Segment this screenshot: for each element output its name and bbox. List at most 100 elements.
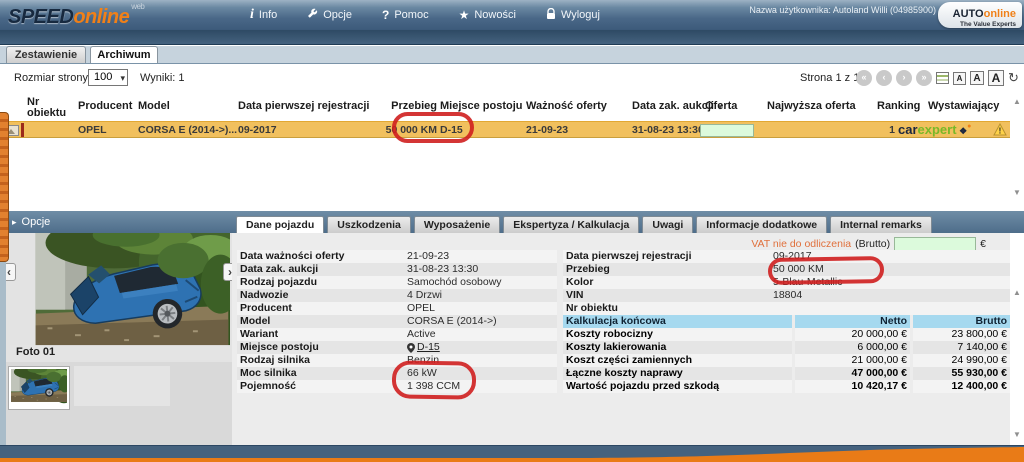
col-header-waznosc-oferty[interactable]: Ważność oferty <box>526 100 607 112</box>
font-medium-button[interactable]: A <box>970 71 984 85</box>
photo-caption: Foto 01 <box>10 345 230 360</box>
kv-row: Kolor5-Blau-Metallic <box>563 276 1010 289</box>
col-header-data-rejestracji[interactable]: Data pierwszej rejestracji <box>238 100 369 112</box>
scroll-up-icon[interactable]: ▲ <box>1013 97 1021 106</box>
menu-pomoc[interactable]: ? Pomoc <box>382 8 429 22</box>
footer-wave <box>0 445 1024 462</box>
calc-header-row: Kalkulacja końcowaNettoBrutto <box>563 315 1010 328</box>
vat-input[interactable] <box>894 237 976 251</box>
footer-bar: a Solera company <box>0 445 1024 462</box>
logo-online: online <box>73 6 129 28</box>
menu-nowosci[interactable]: ★ Nowości <box>459 8 516 22</box>
info-icon: i <box>250 7 254 23</box>
detail-scroll-down-icon[interactable]: ▼ <box>1013 430 1021 439</box>
menu-info[interactable]: i Info <box>250 7 277 23</box>
col-header-przebieg[interactable]: Przebieg <box>390 100 437 112</box>
tab-dane-pojazdu[interactable]: Dane pojazdu <box>236 216 324 233</box>
vehicle-photo[interactable] <box>34 233 230 346</box>
export-icon[interactable] <box>936 72 949 84</box>
tab-archiwum[interactable]: Archiwum <box>90 46 158 63</box>
font-small-button[interactable]: A <box>953 72 966 85</box>
cell-producent: OPEL <box>78 124 107 136</box>
kv-row: Nadwozie4 Drzwi <box>237 289 557 302</box>
left-edge-strip <box>0 262 6 445</box>
detail-scroll-up-icon[interactable]: ▲ <box>1013 288 1021 297</box>
top-bar: SPEEDonlineweb i Info Opcje ? Pomoc ★ No… <box>0 0 1024 30</box>
col-header-najwyzsza-oferta[interactable]: Najwyższa oferta <box>767 100 856 112</box>
menu-wyloguj-label: Wyloguj <box>561 9 600 21</box>
row-marker <box>21 123 24 137</box>
col-header-model[interactable]: Model <box>138 100 170 112</box>
auction-row[interactable]: OPEL CORSA E (2014->)... 09-2017 50 000 … <box>0 121 1010 138</box>
kv-row: Przebieg50 000 KM <box>563 263 1010 276</box>
star-icon: ★ <box>459 8 470 22</box>
first-page-button[interactable]: « <box>856 70 872 86</box>
thumbnail-strip <box>6 362 232 445</box>
col-header-producent[interactable]: Producent <box>78 100 132 112</box>
tab-uszkodzenia[interactable]: Uszkodzenia <box>327 216 411 233</box>
vehicle-data-right: Data pierwszej rejestracji09-2017 Przebi… <box>563 250 1010 393</box>
question-icon: ? <box>382 8 389 22</box>
warning-icon[interactable]: ! <box>993 123 1007 136</box>
brand-auto: AUTO <box>953 8 984 20</box>
cell-data-zak-aukcji: 31-08-23 13:30 <box>632 124 704 136</box>
kv-row: Nr obiektu <box>563 302 1010 315</box>
col-header-wystawiajacy[interactable]: Wystawiający <box>928 100 999 112</box>
top-menu: i Info Opcje ? Pomoc ★ Nowości Wyloguj <box>250 0 600 30</box>
header-divider-bar <box>0 30 1024 45</box>
col-header-nr-obiektu[interactable]: Nr obiektu <box>27 97 77 119</box>
prev-page-button[interactable]: ‹ <box>876 70 892 86</box>
kv-row: VIN18804 <box>563 289 1010 302</box>
brand-online: online <box>984 8 1016 20</box>
kv-row: Pojemność1 398 CCM <box>237 380 557 393</box>
tab-ekspertyza-kalkulacja[interactable]: Ekspertyza / Kalkulacja <box>503 216 639 233</box>
menu-opcje[interactable]: Opcje <box>307 8 352 22</box>
refresh-icon[interactable]: ↻ <box>1008 70 1019 86</box>
speedonline-app: SPEEDonlineweb i Info Opcje ? Pomoc ★ No… <box>0 0 1024 462</box>
chevron-down-icon: ▾ <box>120 71 125 86</box>
cell-model: CORSA E (2014->)... <box>138 124 237 136</box>
kv-row: Data pierwszej rejestracji09-2017 <box>563 250 1010 263</box>
font-large-button[interactable]: A <box>988 70 1004 86</box>
options-bar-label: Opcje <box>22 216 51 228</box>
kv-row: Data zak. aukcji31-08-23 13:30 <box>237 263 557 276</box>
location-pin-icon <box>407 343 415 353</box>
tab-wyposazenie[interactable]: Wyposażenie <box>414 216 500 233</box>
page-info: Strona 1 z 1 <box>800 72 859 84</box>
brand-tagline: The Value Experts <box>938 21 1016 28</box>
expand-right-icon: ▸ <box>12 217 17 227</box>
kv-row: WariantActive <box>237 328 557 341</box>
tab-zestawienie[interactable]: Zestawienie <box>6 46 86 63</box>
scroll-down-icon[interactable]: ▼ <box>1013 188 1021 197</box>
cell-data-rejestracji: 09-2017 <box>238 124 277 136</box>
calc-row-value-before-damage: Wartość pojazdu przed szkodą10 420,17 €1… <box>563 380 1010 393</box>
menu-nowosci-label: Nowości <box>474 9 516 21</box>
pagination: « ‹ › » A A A ↻ <box>856 70 1019 86</box>
menu-wyloguj[interactable]: Wyloguj <box>546 8 600 23</box>
parking-location-link[interactable]: D-15 <box>407 341 440 354</box>
tab-informacje-dodatkowe[interactable]: Informacje dodatkowe <box>696 216 827 233</box>
logo-speed: SPEED <box>8 6 73 28</box>
detail-tabstrip: Dane pojazdu Uszkodzenia Wyposażenie Eks… <box>236 216 932 233</box>
photo-thumbnail[interactable] <box>8 366 70 410</box>
kv-row: Data ważności oferty21-09-23 <box>237 250 557 263</box>
col-header-oferta[interactable]: Oferta <box>705 100 737 112</box>
next-page-button[interactable]: › <box>896 70 912 86</box>
oferta-input[interactable] <box>700 124 754 137</box>
lock-icon <box>546 8 556 23</box>
cell-ranking: 1 <box>855 124 895 136</box>
kv-row: Miejsce postojuD-15 <box>237 341 557 354</box>
side-handle[interactable] <box>0 112 9 262</box>
username-text: Nazwa użytkownika: Autoland Willi (04985… <box>749 5 936 15</box>
vat-row: VAT nie do odliczenia (Brutto) € <box>751 237 986 251</box>
speedonline-logo: SPEEDonlineweb <box>8 2 144 29</box>
last-page-button[interactable]: » <box>916 70 932 86</box>
tab-uwagi[interactable]: Uwagi <box>642 216 693 233</box>
main-tabstrip: Zestawienie Archiwum <box>0 46 1024 63</box>
svg-text:!: ! <box>999 127 1002 136</box>
col-header-ranking[interactable]: Ranking <box>877 100 920 112</box>
col-header-miejsce-postoju[interactable]: Miejsce postoju <box>440 100 523 112</box>
tab-internal-remarks[interactable]: Internal remarks <box>830 216 932 233</box>
page-size-select[interactable]: 100 ▾ <box>88 69 128 86</box>
cell-przebieg: 50 000 KM <box>380 124 437 136</box>
